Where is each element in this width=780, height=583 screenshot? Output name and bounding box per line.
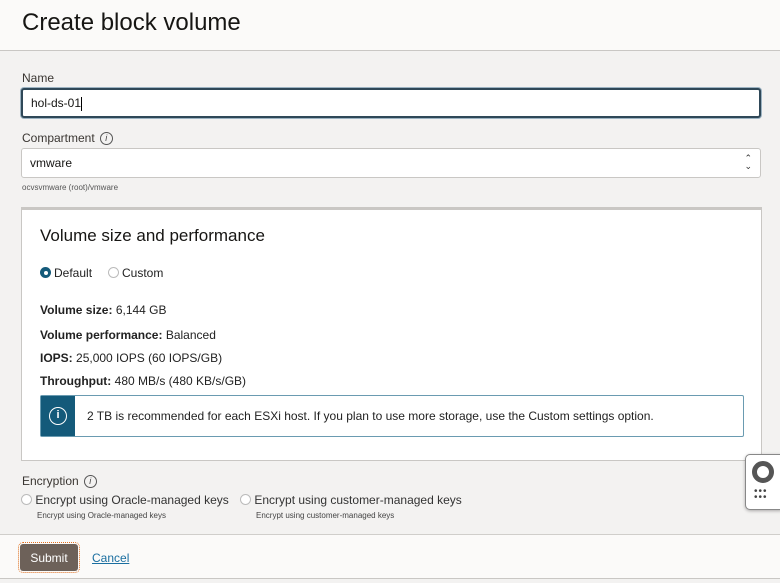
- detail-volume-size: Volume size: 6,144 GB: [40, 303, 167, 317]
- form-footer: Submit Cancel: [0, 534, 780, 579]
- chevron-up-down-icon: ⌃ ⌄: [744, 153, 752, 171]
- encryption-label: Encryption: [22, 474, 79, 488]
- compartment-label: Compartment: [22, 131, 95, 145]
- text-caret: [81, 96, 83, 111]
- grid-dots-icon: ••• •••: [754, 486, 768, 503]
- radio-label: Custom: [122, 265, 164, 280]
- encryption-label-row: Encryption i: [22, 474, 97, 489]
- detail-throughput: Throughput: 480 MB/s (480 KB/s/GB): [40, 374, 247, 388]
- radio-label: Encrypt using customer-managed keys: [254, 492, 462, 507]
- submit-button[interactable]: Submit: [18, 542, 80, 573]
- info-icon[interactable]: i: [83, 475, 97, 489]
- detail-iops: IOPS: 25,000 IOPS (60 IOPS/GB): [40, 351, 223, 365]
- volume-size-panel: Volume size and performance Default Cust…: [21, 207, 762, 461]
- oracle-keys-help: Encrypt using Oracle-managed keys: [37, 511, 166, 520]
- compartment-path: ocvsvmware (root)/vmware: [22, 183, 119, 192]
- radio-oracle-managed-keys[interactable]: Encrypt using Oracle-managed keys: [21, 492, 229, 507]
- radio-selected-icon: [40, 267, 51, 279]
- info-icon: i: [49, 407, 67, 425]
- customer-keys-help: Encrypt using customer-managed keys: [256, 511, 395, 520]
- radio-unselected-icon: [108, 267, 119, 279]
- name-value: hol-ds-01: [31, 96, 82, 110]
- name-label: Name: [22, 71, 55, 85]
- compartment-select[interactable]: vmware ⌃ ⌄: [21, 148, 761, 178]
- compartment-label-row: Compartment i: [22, 131, 113, 146]
- radio-label: Encrypt using Oracle-managed keys: [35, 492, 229, 507]
- radio-unselected-icon: [21, 494, 32, 506]
- cancel-link[interactable]: Cancel: [92, 551, 129, 565]
- info-icon[interactable]: i: [99, 132, 113, 146]
- radio-customer-managed-keys[interactable]: Encrypt using customer-managed keys: [240, 492, 462, 507]
- compartment-value: vmware: [30, 156, 73, 170]
- radio-custom[interactable]: Custom: [108, 265, 163, 280]
- panel-title: Volume size and performance: [40, 226, 265, 245]
- name-input[interactable]: hol-ds-01: [21, 88, 761, 118]
- help-widget[interactable]: ••• •••: [745, 454, 780, 510]
- page-title: Create block volume: [22, 9, 241, 36]
- radio-label: Default: [54, 265, 93, 280]
- alert-message: 2 TB is recommended for each ESXi host. …: [87, 409, 654, 423]
- radio-default[interactable]: Default: [40, 265, 92, 280]
- lifebuoy-icon: [752, 461, 774, 483]
- page-header: Create block volume: [0, 0, 780, 51]
- info-alert: i 2 TB is recommended for each ESXi host…: [40, 395, 744, 437]
- detail-volume-performance: Volume performance: Balanced: [40, 328, 216, 342]
- radio-unselected-icon: [240, 494, 251, 506]
